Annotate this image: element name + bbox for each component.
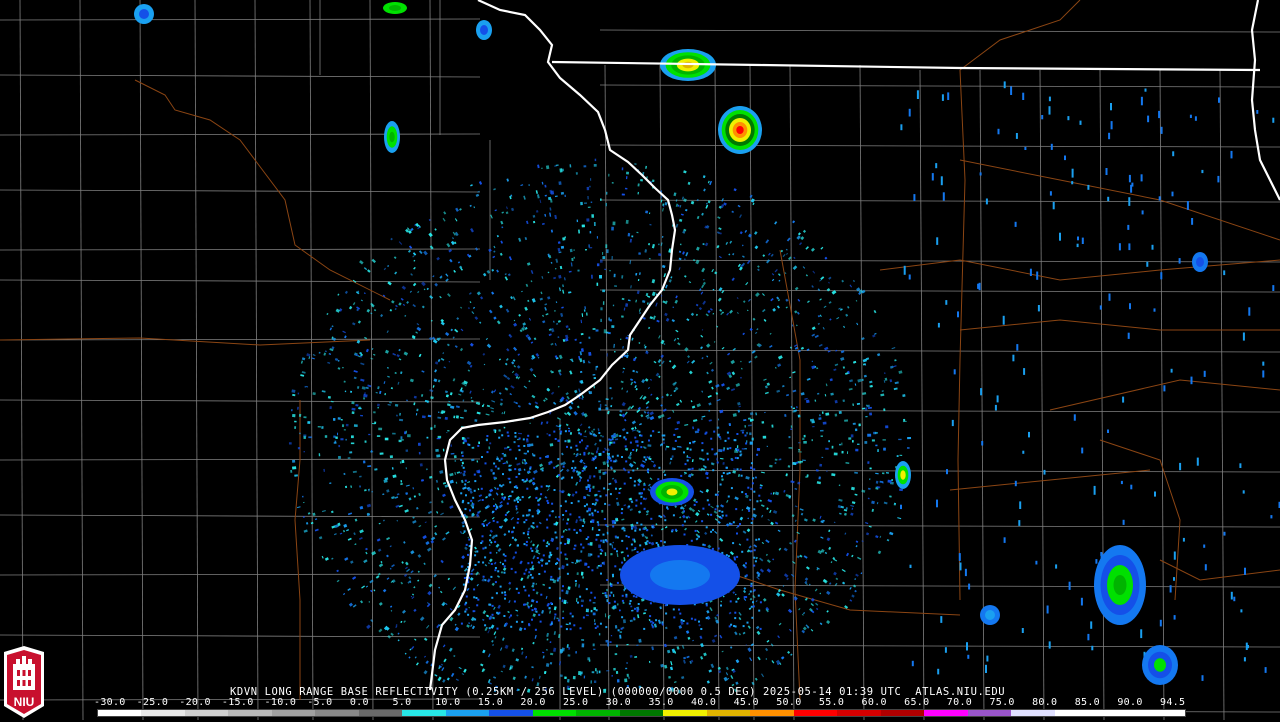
scale-swatch <box>228 710 271 716</box>
scale-label: 85.0 <box>1075 697 1100 708</box>
scale-label: 75.0 <box>989 697 1014 708</box>
scale-swatch <box>185 710 228 716</box>
scale-label: 70.0 <box>947 697 972 708</box>
scale-swatch <box>881 710 924 716</box>
scale-swatch <box>359 710 402 716</box>
scale-label: -5.0 <box>307 697 332 708</box>
scale-swatch <box>576 710 619 716</box>
scale-swatch <box>446 710 489 716</box>
scale-swatch <box>533 710 576 716</box>
niu-logo: NIU <box>2 646 46 718</box>
logo-text: NIU <box>14 695 35 709</box>
scale-label: -20.0 <box>179 697 211 708</box>
radar-site-marker <box>561 359 573 371</box>
scale-label: 20.0 <box>520 697 545 708</box>
scale-swatch <box>794 710 837 716</box>
scale-label: -25.0 <box>137 697 169 708</box>
scale-label: 90.0 <box>1117 697 1142 708</box>
scale-swatch <box>315 710 358 716</box>
scale-label: 10.0 <box>435 697 460 708</box>
scale-label: 25.0 <box>563 697 588 708</box>
scale-label: -10.0 <box>265 697 297 708</box>
scale-swatch <box>1098 710 1141 716</box>
scale-label: 50.0 <box>776 697 801 708</box>
scale-swatch <box>272 710 315 716</box>
scale-label: 35.0 <box>648 697 673 708</box>
scale-label: 40.0 <box>691 697 716 708</box>
scale-swatch <box>1142 710 1185 716</box>
scale-label: 65.0 <box>904 697 929 708</box>
color-scale-bar <box>97 709 1186 717</box>
scale-swatch <box>663 710 706 716</box>
scale-swatch <box>98 710 141 716</box>
scale-swatch <box>1055 710 1098 716</box>
scale-label: 45.0 <box>734 697 759 708</box>
scale-swatch <box>707 710 750 716</box>
radar-map <box>0 0 1280 720</box>
scale-label: -15.0 <box>222 697 254 708</box>
scale-label: 15.0 <box>478 697 503 708</box>
scale-label: 94.5 <box>1160 697 1185 708</box>
scale-swatch <box>924 710 967 716</box>
scale-swatch <box>968 710 1011 716</box>
scale-label: 30.0 <box>606 697 631 708</box>
scale-swatch <box>750 710 793 716</box>
scale-swatch <box>489 710 532 716</box>
scale-swatch <box>402 710 445 716</box>
scale-label: 60.0 <box>862 697 887 708</box>
scale-swatch <box>141 710 184 716</box>
scale-swatch <box>620 710 663 716</box>
scale-label: -30.0 <box>94 697 126 708</box>
scale-swatch <box>1011 710 1054 716</box>
color-scale-labels: -30.0 -25.0 -20.0 -15.0 -10.0 -5.0 0.0 5.0 10.0 1… <box>94 697 1194 709</box>
scale-label: 0.0 <box>350 697 369 708</box>
scale-label: 80.0 <box>1032 697 1057 708</box>
scale-label: 5.0 <box>392 697 411 708</box>
scale-swatch <box>837 710 880 716</box>
scale-label: 55.0 <box>819 697 844 708</box>
